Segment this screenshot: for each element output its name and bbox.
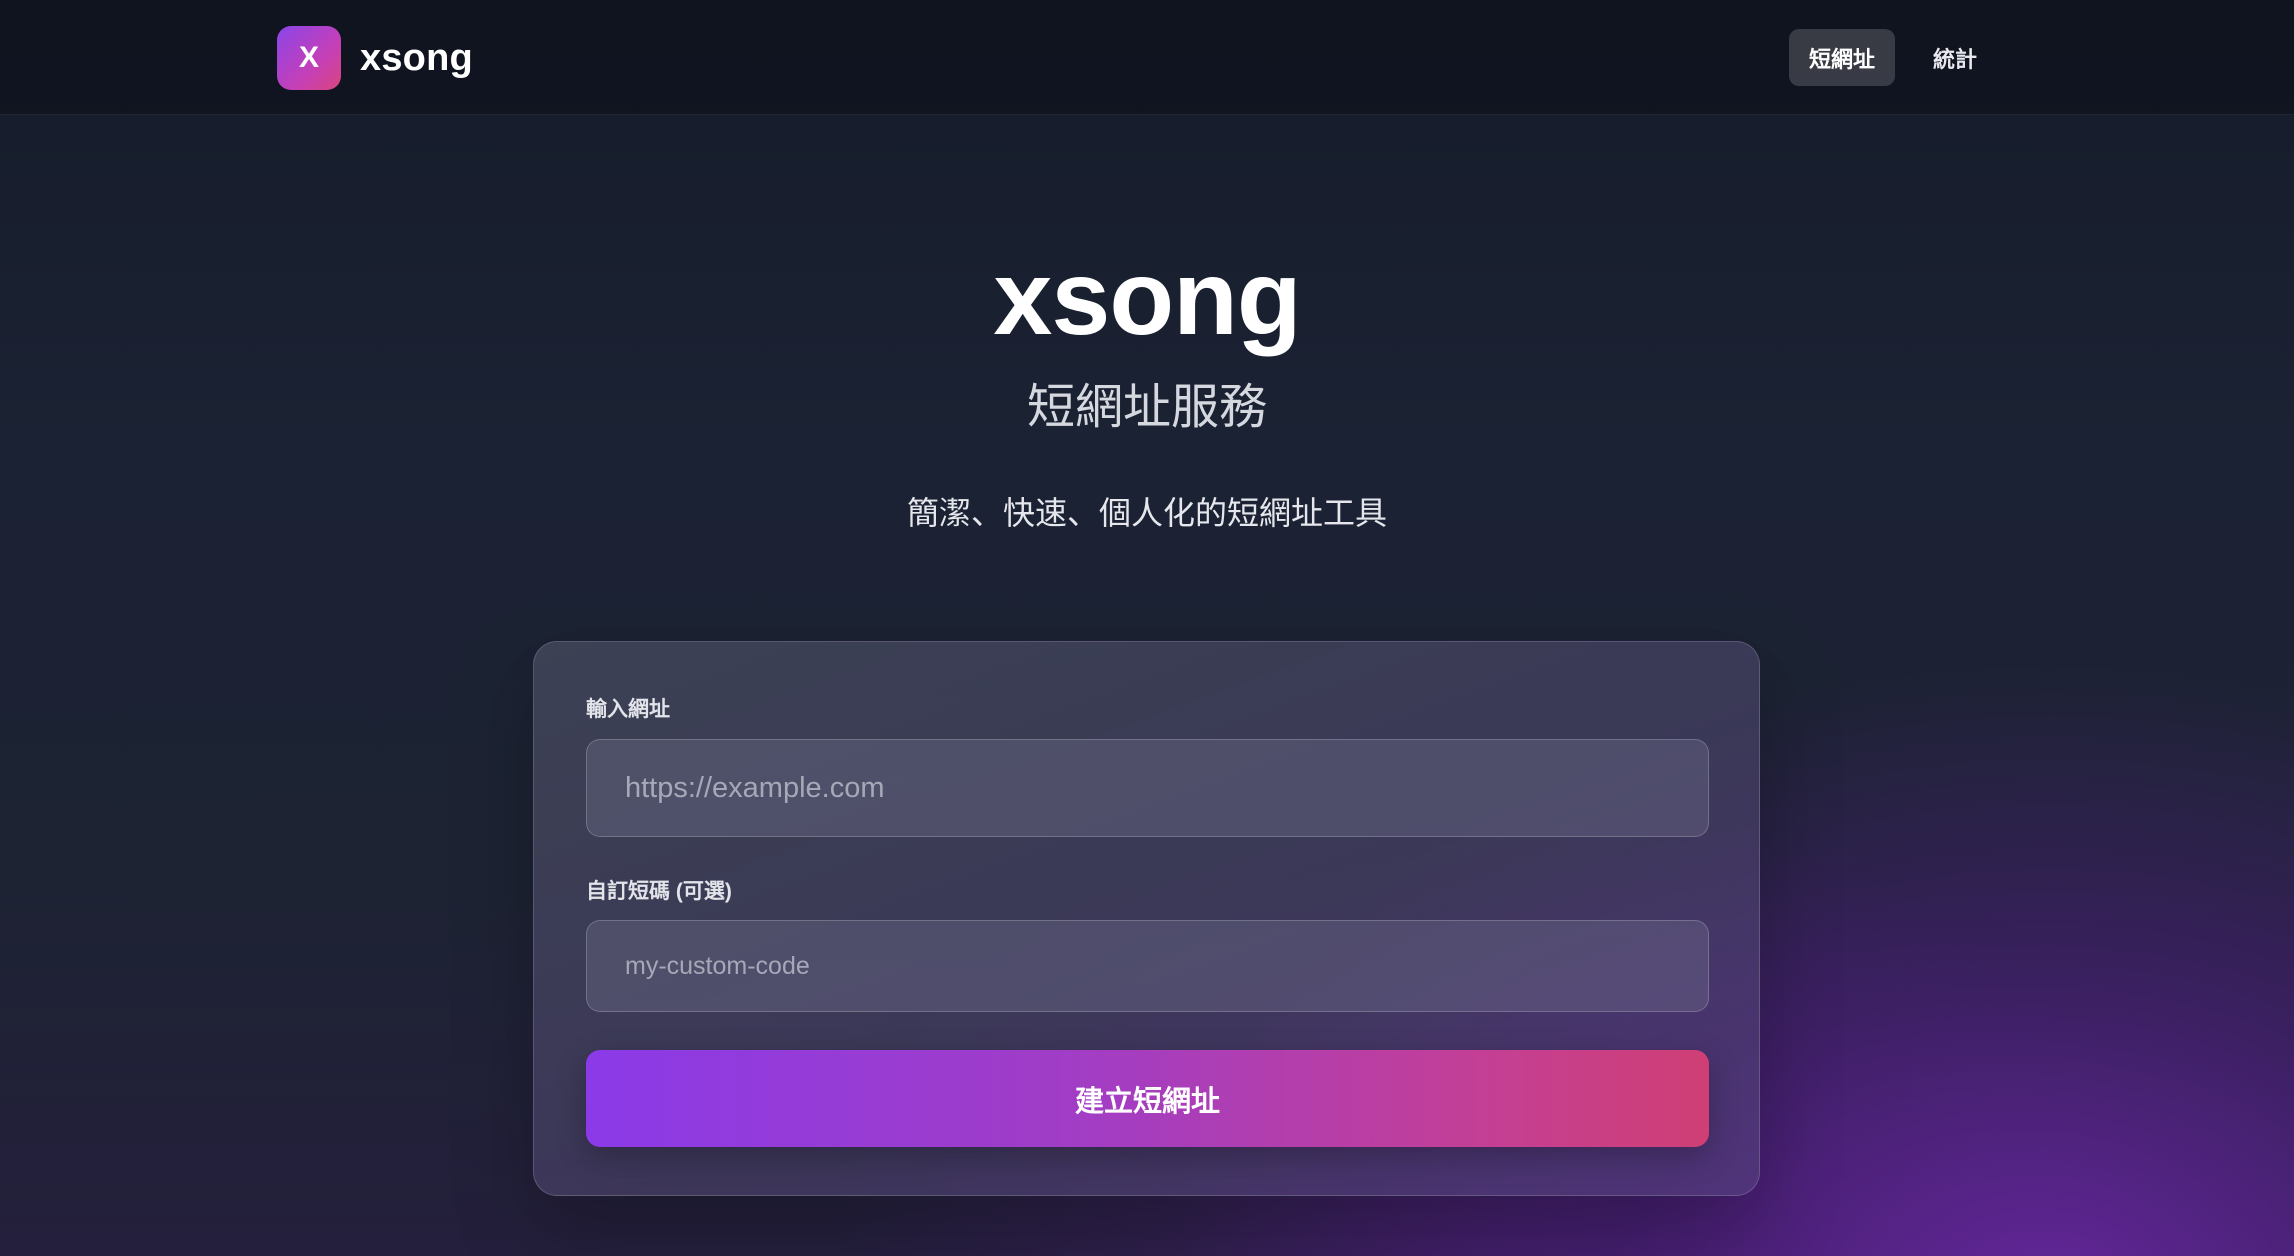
x-letter-logo-icon: X bbox=[277, 26, 341, 90]
hero-title: xsong bbox=[993, 239, 1301, 357]
brand-name: xsong bbox=[360, 36, 473, 79]
top-navigation-bar: X xsong 短網址 統計 bbox=[0, 0, 2294, 115]
nav-item-short-url[interactable]: 短網址 bbox=[1789, 29, 1896, 86]
url-field-label: 輸入網址 bbox=[586, 698, 670, 721]
brand[interactable]: X xsong bbox=[277, 26, 473, 90]
shorten-form-card: 輸入網址 自訂短碼 (可選) 建立短網址 bbox=[533, 641, 1760, 1196]
custom-code-field-label: 自訂短碼 (可選) bbox=[586, 880, 732, 903]
create-short-url-button[interactable]: 建立短網址 bbox=[586, 1050, 1709, 1147]
nav-item-statistics[interactable]: 統計 bbox=[1913, 29, 1997, 86]
hero-tagline: 簡潔、快速、個人化的短網址工具 bbox=[906, 495, 1387, 531]
custom-code-input[interactable] bbox=[586, 920, 1709, 1012]
hero-subtitle: 短網址服務 bbox=[1026, 381, 1267, 434]
main-nav: 短網址 統計 bbox=[1789, 29, 1997, 86]
url-input[interactable] bbox=[586, 739, 1709, 837]
